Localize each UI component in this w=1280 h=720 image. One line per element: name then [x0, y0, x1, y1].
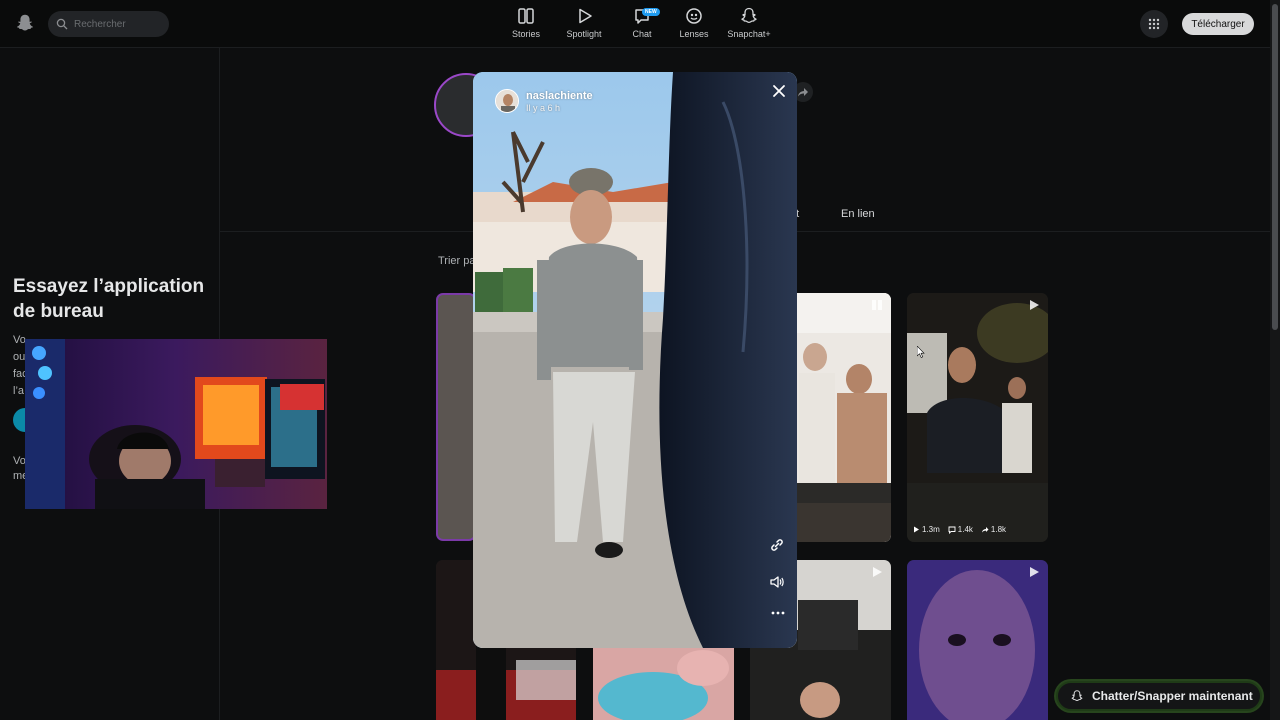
- apps-grid-button[interactable]: [1140, 10, 1168, 38]
- search-box[interactable]: Rechercher: [48, 11, 169, 37]
- nav-snapchat-plus[interactable]: Snapchat+: [720, 6, 778, 39]
- story-video-frame: [473, 72, 797, 648]
- top-bar: Rechercher Stories Spotlight NEW Chat Le…: [0, 0, 1270, 48]
- nav-chat-label: Chat: [632, 29, 652, 39]
- sort-label[interactable]: Trier pa: [438, 255, 476, 267]
- story-viewer[interactable]: naslachiente Il y a 6 h: [473, 72, 797, 648]
- nav-chat[interactable]: NEW Chat: [616, 6, 668, 39]
- nav-spotlight-label: Spotlight: [566, 29, 602, 39]
- tile-thumbnail: [593, 648, 734, 720]
- nav-snapchat-plus-label: Snapchat+: [727, 29, 771, 39]
- spotlight-tile[interactable]: [436, 293, 476, 541]
- story-timestamp: Il y a 6 h: [526, 103, 561, 113]
- tab-related[interactable]: En lien: [841, 208, 875, 220]
- tile-thumbnail: [907, 293, 1048, 542]
- snapchat-plus-icon: [741, 7, 757, 24]
- story-author-name[interactable]: naslachiente: [526, 90, 593, 102]
- download-button[interactable]: Télécharger: [1182, 13, 1254, 35]
- play-icon: [1030, 567, 1039, 577]
- volume-icon[interactable]: [769, 574, 785, 590]
- search-placeholder: Rechercher: [74, 18, 126, 30]
- link-icon[interactable]: [769, 537, 785, 553]
- tile-thumbnail: [797, 293, 891, 542]
- views-count: 1.3m: [922, 525, 940, 534]
- nav-lenses-label: Lenses: [679, 29, 709, 39]
- comment-icon: [948, 526, 956, 534]
- nav-stories-label: Stories: [511, 29, 540, 39]
- lenses-icon: [686, 8, 702, 24]
- stories-icon: [518, 8, 534, 24]
- tile-stats: 1.3m 1.4k 1.8k: [913, 525, 1006, 534]
- main-nav: Stories Spotlight NEW Chat Lenses Snapch…: [500, 6, 778, 39]
- search-icon: [56, 18, 68, 30]
- chat-now-button[interactable]: Chatter/Snapper maintenant: [1056, 681, 1262, 711]
- play-small-icon: [914, 526, 919, 533]
- share-icon: [798, 88, 808, 97]
- nav-spotlight[interactable]: Spotlight: [552, 6, 616, 39]
- snapchat-logo-icon[interactable]: [14, 12, 36, 34]
- new-badge: NEW: [642, 8, 660, 16]
- nav-lenses[interactable]: Lenses: [668, 6, 720, 39]
- nav-stories[interactable]: Stories: [500, 6, 552, 39]
- tile-thumbnail: [907, 560, 1048, 720]
- spotlight-tile[interactable]: 1.3m 1.4k 1.8k: [907, 293, 1048, 542]
- shares-stat: 1.8k: [981, 525, 1006, 534]
- grid-icon: [1148, 18, 1160, 30]
- share-small-icon: [981, 526, 989, 532]
- play-icon: [1030, 300, 1039, 310]
- spotlight-tile[interactable]: [797, 293, 891, 542]
- shares-count: 1.8k: [990, 525, 1007, 534]
- comments-stat: 1.4k: [948, 525, 973, 534]
- spotlight-tile[interactable]: [593, 648, 734, 720]
- promo-title: Essayez l’application de bureau: [13, 276, 205, 322]
- spotlight-icon: [579, 8, 592, 24]
- spotlight-tile[interactable]: [907, 560, 1048, 720]
- play-icon: [873, 567, 882, 577]
- webcam-image: [25, 339, 327, 509]
- ghost-icon: [1071, 690, 1083, 701]
- comments-count: 1.4k: [957, 525, 973, 534]
- story-author-avatar[interactable]: [495, 89, 519, 113]
- scrollbar-thumb[interactable]: [1272, 4, 1278, 330]
- close-icon[interactable]: [770, 82, 788, 100]
- views-stat: 1.3m: [913, 525, 940, 534]
- chat-now-label: Chatter/Snapper maintenant: [1092, 689, 1253, 703]
- more-options-icon[interactable]: [770, 608, 786, 618]
- webcam-overlay: [25, 339, 327, 509]
- snapchat-web-page: Rechercher Stories Spotlight NEW Chat Le…: [0, 0, 1280, 720]
- play-icon: [872, 300, 882, 310]
- mouse-cursor-icon: [917, 346, 925, 358]
